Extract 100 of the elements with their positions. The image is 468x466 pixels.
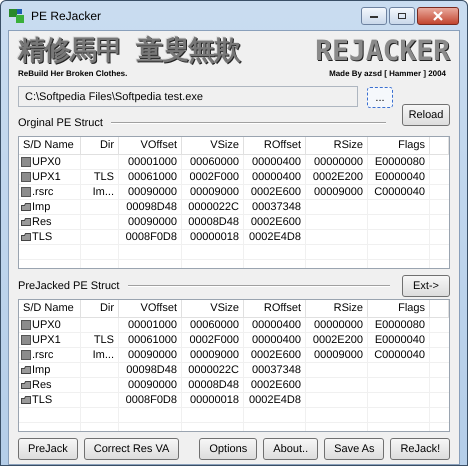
column-header[interactable]: Dir <box>81 137 119 154</box>
table-cell: 00000400 <box>252 156 301 168</box>
table-cell: Imp <box>32 200 50 214</box>
column-header[interactable]: Flags <box>368 137 430 154</box>
banner-title: 精修馬甲 <box>18 34 122 68</box>
table-cell: 0000022C <box>188 364 239 376</box>
table-cell: UPX1 <box>32 170 61 184</box>
table-cell: 00001000 <box>128 319 177 331</box>
maximize-button[interactable] <box>389 6 415 24</box>
reload-button[interactable]: Reload <box>402 104 450 126</box>
table-cell: .rsrc <box>32 348 54 362</box>
file-path-field[interactable]: C:\Softpedia Files\Softpedia test.exe <box>18 86 358 107</box>
table-cell: E0000080 <box>374 319 425 331</box>
table-cell: E0000080 <box>374 156 425 168</box>
table-cell: 0000022C <box>188 201 239 213</box>
table-cell: TLS <box>32 230 52 244</box>
column-header[interactable]: RSize <box>306 300 368 317</box>
credit-text: Made By azsd [ Hammer ] 2004 <box>329 68 446 79</box>
square-icon <box>21 335 31 345</box>
table-cell: 00060000 <box>190 319 239 331</box>
table-cell: 00090000 <box>128 186 177 198</box>
column-header[interactable]: VOffset <box>119 137 182 154</box>
table-cell: 00098D48 <box>126 201 177 213</box>
table-cell: 00000400 <box>252 334 301 346</box>
table-cell: UPX0 <box>32 155 61 169</box>
table-cell: 00000000 <box>314 319 363 331</box>
table-cell: 00000018 <box>190 394 239 406</box>
maximize-icon <box>397 12 407 20</box>
column-header[interactable]: Dir <box>81 300 119 317</box>
banner-title: 童叟無欺 <box>136 34 240 68</box>
table-cell: 00037348 <box>252 201 301 213</box>
column-header[interactable]: ROffset <box>244 300 306 317</box>
column-header[interactable]: ROffset <box>244 137 306 154</box>
close-icon <box>432 10 444 20</box>
table-cell: 00009000 <box>314 349 363 361</box>
table-cell: TLS <box>94 334 114 346</box>
table-cell: Res <box>32 378 52 392</box>
minimize-button[interactable] <box>361 6 387 24</box>
close-button[interactable] <box>417 6 459 24</box>
column-header[interactable]: RSize <box>306 137 368 154</box>
table-cell: Res <box>32 215 52 229</box>
square-icon <box>21 187 31 197</box>
table-cell: 00061000 <box>128 334 177 346</box>
table-cell: C0000040 <box>374 349 425 361</box>
action-button[interactable]: ReJack! <box>390 438 450 460</box>
table-cell: 0002E200 <box>312 334 363 346</box>
square-icon <box>21 157 31 167</box>
table-cell: .rsrc <box>32 185 54 199</box>
table-cell: 0002E200 <box>312 171 363 183</box>
table-cell: UPX1 <box>32 333 61 347</box>
section-title: Orginal PE Struct <box>18 117 103 129</box>
table-cell: 00009000 <box>190 186 239 198</box>
browse-button[interactable]: ... <box>367 87 393 108</box>
table-cell: 0002E600 <box>250 186 301 198</box>
table-cell: 0002F000 <box>189 171 239 183</box>
column-header[interactable]: VSize <box>182 300 244 317</box>
table-cell: 00008D48 <box>188 216 239 228</box>
column-header[interactable]: S/D Name <box>19 300 81 317</box>
table-cell: 00090000 <box>128 379 177 391</box>
table-cell: 00000400 <box>252 171 301 183</box>
ext-button[interactable]: Ext-> <box>402 275 450 297</box>
action-button[interactable]: About.. <box>263 438 318 460</box>
table-cell: 00090000 <box>128 349 177 361</box>
window-title: PE ReJacker <box>31 8 102 22</box>
table-cell: 00000400 <box>252 319 301 331</box>
table-cell: 00009000 <box>190 349 239 361</box>
tagline: ReBuild Her Broken Clothes. <box>18 68 128 79</box>
table-cell: 00008D48 <box>188 379 239 391</box>
table-cell: 00009000 <box>314 186 363 198</box>
app-icon <box>9 8 25 24</box>
table-cell: TLS <box>94 171 114 183</box>
section-title: PreJacked PE Struct <box>18 280 120 292</box>
table-cell: 0002E4D8 <box>249 394 301 406</box>
column-header[interactable]: S/D Name <box>19 137 81 154</box>
logo: REJACKER <box>315 34 450 68</box>
square-icon <box>21 320 31 330</box>
table-cell: UPX0 <box>32 318 61 332</box>
table-cell: 00000018 <box>190 231 239 243</box>
column-header[interactable]: Flags <box>368 300 430 317</box>
square-icon <box>21 350 31 360</box>
action-button[interactable]: Options <box>199 438 258 460</box>
table-cell: 00001000 <box>128 156 177 168</box>
action-button[interactable]: Correct Res VA <box>84 438 180 460</box>
table-cell: Im... <box>92 349 114 361</box>
table-cell: 00037348 <box>252 364 301 376</box>
action-button[interactable]: Save As <box>324 438 384 460</box>
table-cell: 0002F000 <box>189 334 239 346</box>
action-button[interactable]: PreJack <box>18 438 78 460</box>
column-header[interactable]: VSize <box>182 137 244 154</box>
table-cell: E0000040 <box>374 171 425 183</box>
table-cell: 0002E600 <box>250 379 301 391</box>
table-cell: E0000040 <box>374 334 425 346</box>
table-cell: 0002E600 <box>250 216 301 228</box>
table-cell: 00098D48 <box>126 364 177 376</box>
table-cell: Im... <box>92 186 114 198</box>
table-cell: 00061000 <box>128 171 177 183</box>
table-cell: 00000000 <box>314 156 363 168</box>
column-header[interactable]: VOffset <box>119 300 182 317</box>
table-cell: 00060000 <box>190 156 239 168</box>
table-cell: 0008F0D8 <box>126 394 177 406</box>
